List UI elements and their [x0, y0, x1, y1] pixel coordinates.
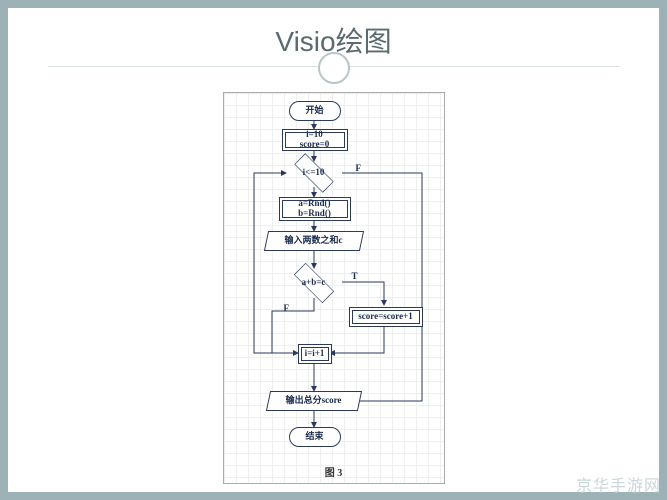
node-input-label: 输入两数之和c [285, 236, 343, 246]
node-start: 开始 [289, 101, 341, 121]
node-init: i=10 score=0 [282, 129, 348, 151]
node-end-label: 结束 [305, 432, 323, 442]
node-start-label: 开始 [305, 106, 323, 116]
node-init-label: i=10 score=0 [300, 130, 329, 150]
node-incr-label: i=i+1 [305, 349, 325, 359]
node-cond-loop-label: i<=10 [303, 168, 325, 178]
edge-label-cond1-false: F [356, 163, 362, 173]
node-output: 输出总分score [268, 391, 360, 411]
node-cond-loop: i<=10 [286, 159, 342, 187]
watermark-text: 京华手游网 [576, 472, 661, 496]
node-cond-check: a+b=c [286, 268, 342, 298]
figure-caption: 图 3 [224, 464, 444, 479]
slide-background: Visio绘图 [0, 0, 667, 500]
edge-label-cond2-false: F [284, 303, 290, 313]
node-end: 结束 [289, 427, 341, 447]
flowchart-canvas: 开始 i=10 score=0 i<=10 a=Rnd() b=Rnd() 输入… [223, 92, 445, 484]
node-cond-check-label: a+b=c [302, 278, 326, 288]
node-assign-label: a=Rnd() b=Rnd() [298, 199, 331, 219]
edge-label-cond2-true: T [352, 271, 358, 281]
title-ornament-circle [318, 52, 350, 84]
node-output-label: 输出总分score [286, 396, 342, 406]
node-assign: a=Rnd() b=Rnd() [279, 197, 351, 221]
node-input: 输入两数之和c [266, 231, 362, 251]
node-incr: i=i+1 [298, 344, 332, 364]
node-score-inc-label: score=score+1 [358, 312, 412, 322]
node-score-inc: score=score+1 [349, 307, 423, 327]
slide-area: Visio绘图 [8, 8, 659, 492]
